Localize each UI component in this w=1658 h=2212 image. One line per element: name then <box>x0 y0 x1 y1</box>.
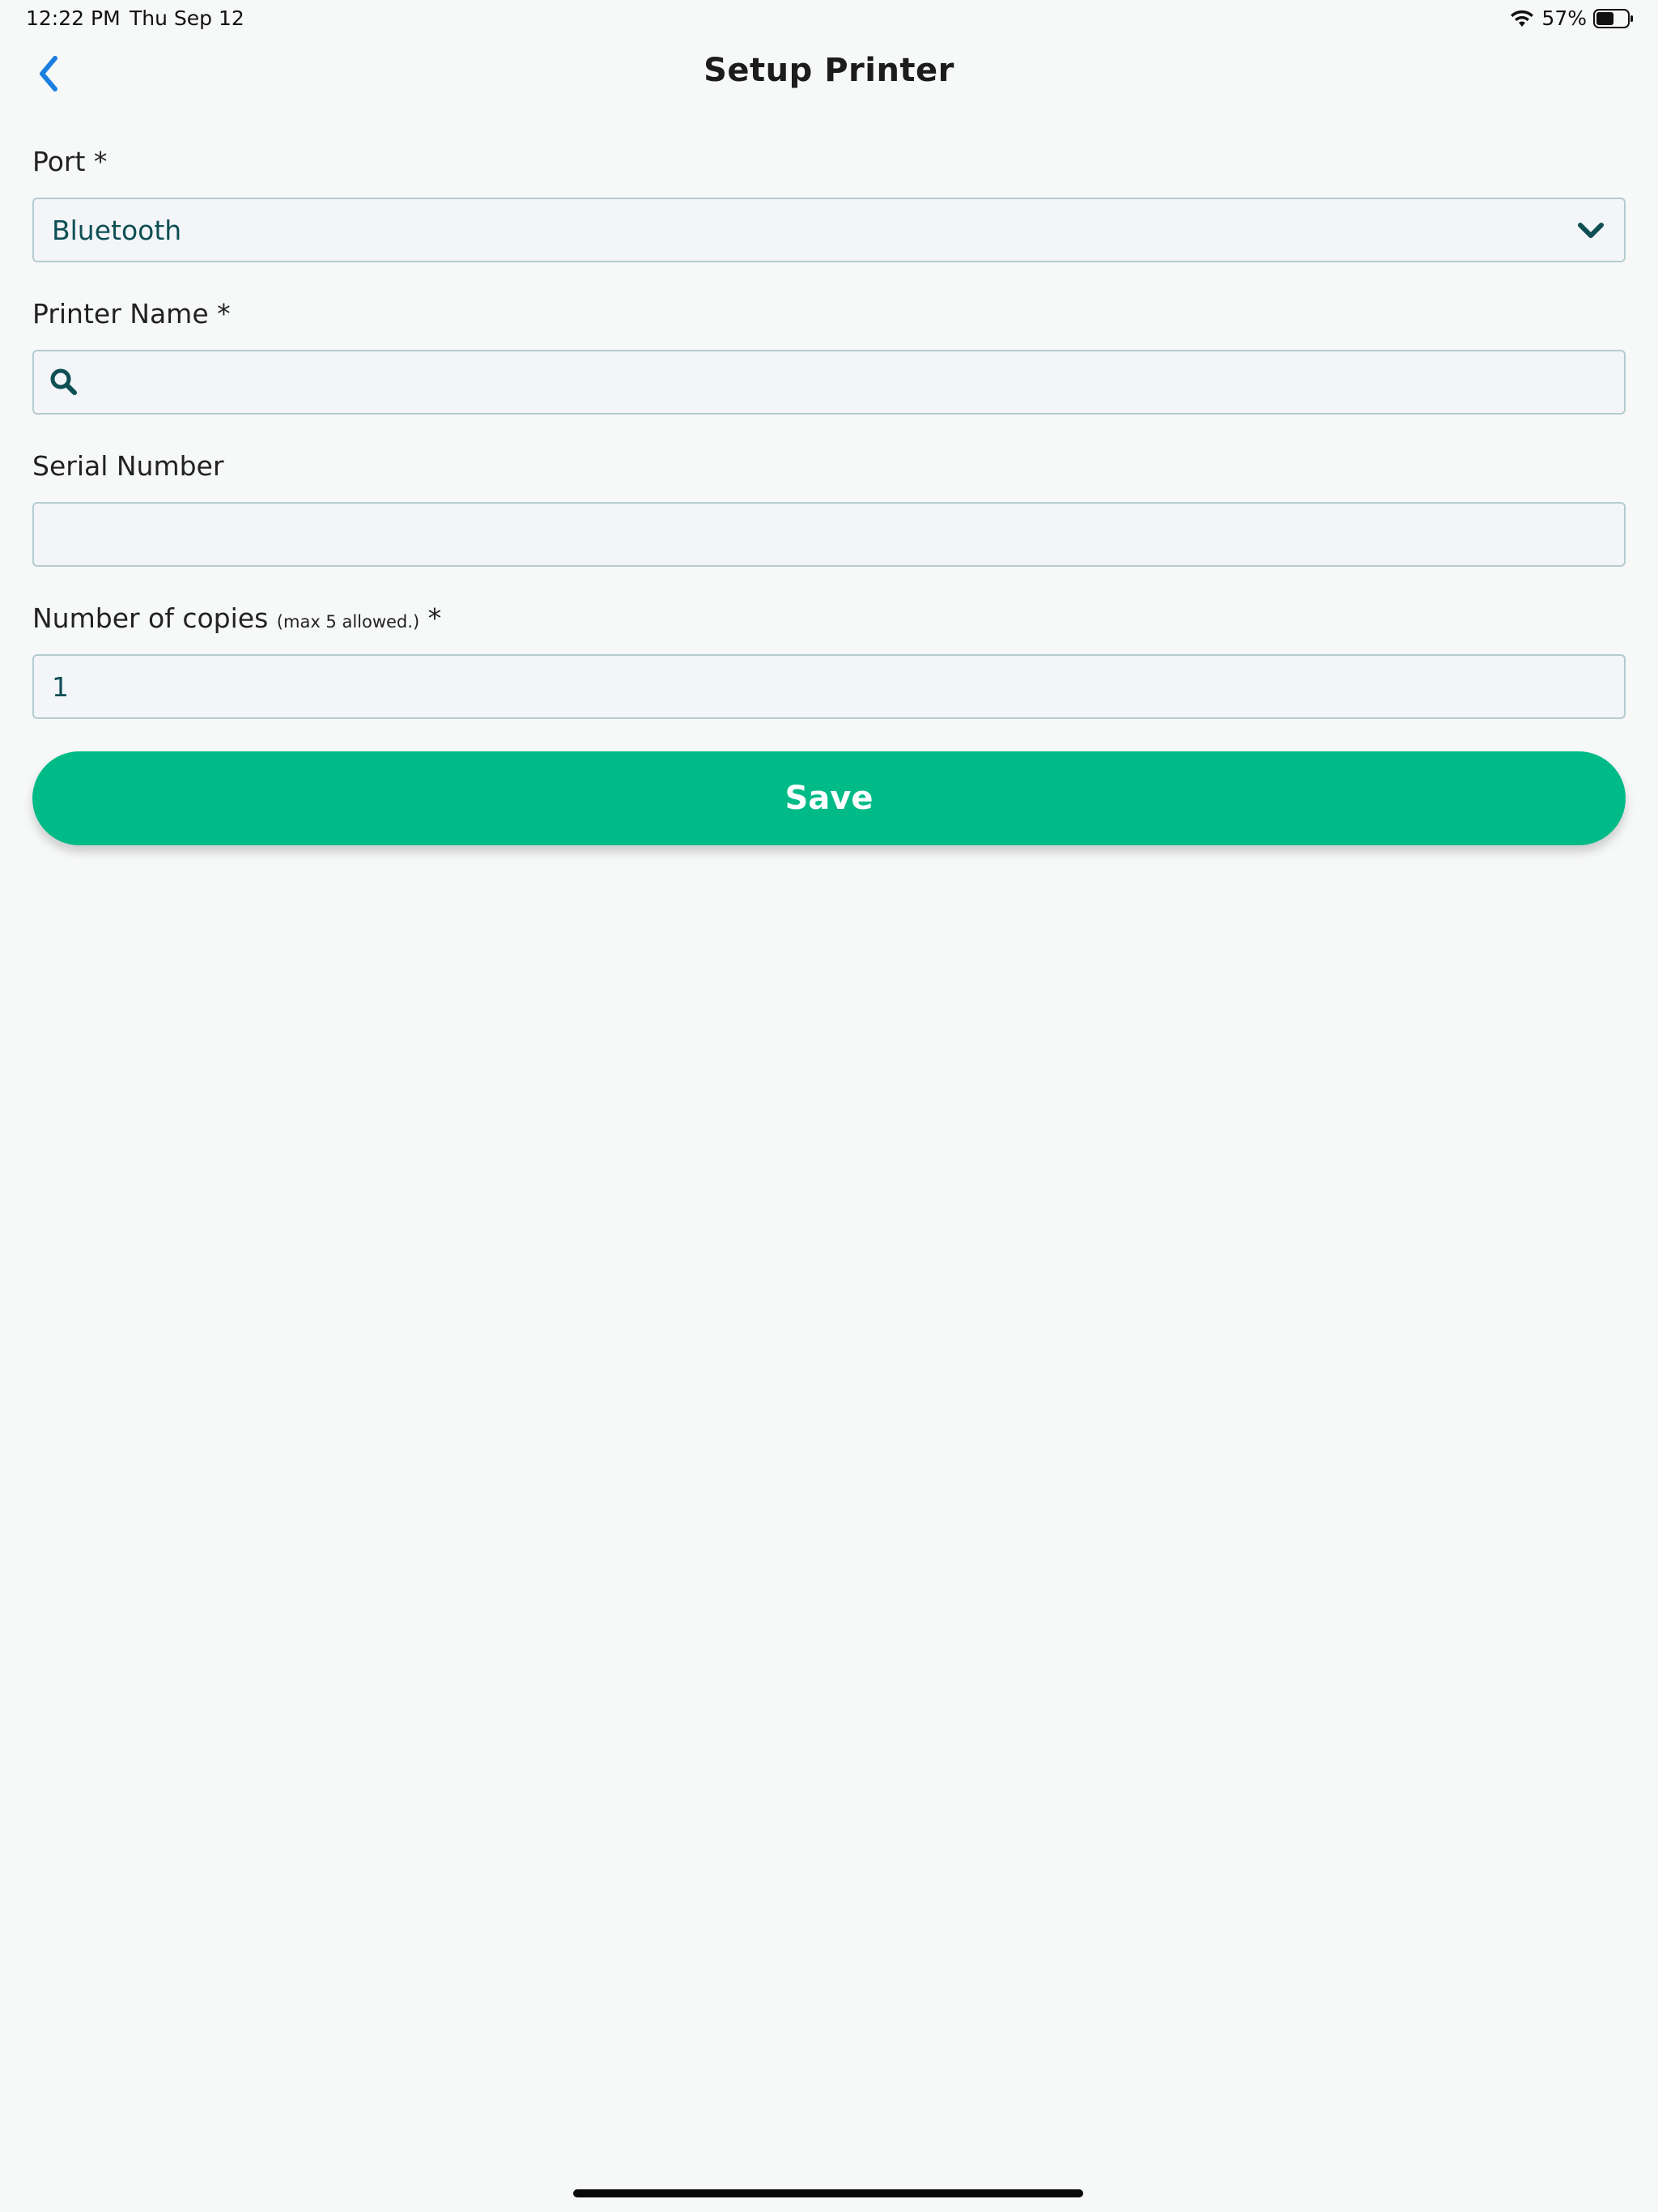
status-right: 57% <box>1509 6 1634 30</box>
status-date: Thu Sep 12 <box>130 6 244 30</box>
page-title: Setup Printer <box>704 52 954 89</box>
serial-number-field-group: Serial Number <box>32 449 1626 601</box>
printer-setup-form: Port * Bluetooth Printer Name * Serial N… <box>32 144 1626 753</box>
copies-field-group: Number of copies (max 5 allowed.) * <box>32 601 1626 753</box>
copies-box <box>32 654 1626 719</box>
printer-name-label: Printer Name * <box>32 298 231 330</box>
status-time: 12:22 PM <box>26 6 121 30</box>
copies-input[interactable] <box>34 656 1624 717</box>
save-button[interactable]: Save <box>32 751 1626 845</box>
printer-name-input[interactable] <box>79 351 1624 413</box>
battery-percent: 57% <box>1541 6 1587 30</box>
home-indicator[interactable] <box>573 2189 1083 2197</box>
status-bar: 12:22 PM Thu Sep 12 57% <box>0 0 1658 39</box>
serial-number-box <box>32 502 1626 567</box>
serial-number-input[interactable] <box>34 504 1624 565</box>
port-select[interactable]: Bluetooth <box>32 198 1626 262</box>
copies-required-mark: * <box>419 602 442 634</box>
wifi-icon <box>1509 9 1535 28</box>
serial-number-label: Serial Number <box>32 450 224 482</box>
port-field-group: Port * Bluetooth <box>32 144 1626 296</box>
printer-name-field-group: Printer Name * <box>32 296 1626 449</box>
copies-label-row: Number of copies (max 5 allowed.) * <box>32 601 1626 636</box>
port-select-value: Bluetooth <box>52 214 182 246</box>
copies-label: Number of copies <box>32 602 269 634</box>
battery-icon <box>1593 8 1634 28</box>
search-icon <box>50 368 77 395</box>
printer-name-search-box <box>32 350 1626 415</box>
chevron-down-icon <box>1578 223 1604 238</box>
port-label: Port * <box>32 146 108 177</box>
copies-hint: (max 5 allowed.) <box>276 612 420 632</box>
